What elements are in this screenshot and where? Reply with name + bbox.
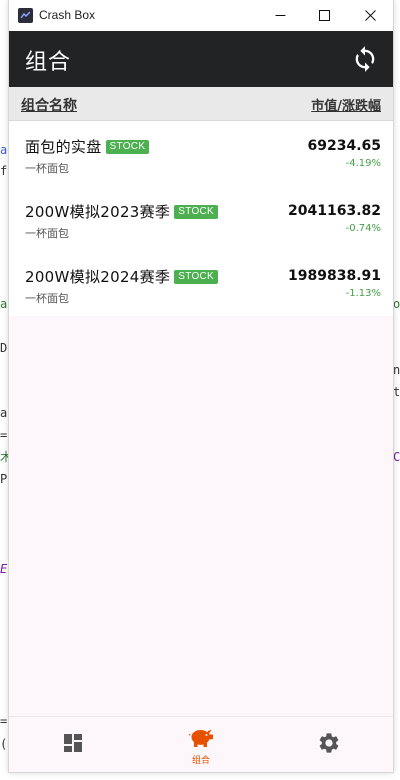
- portfolio-change: -4.19%: [345, 158, 381, 169]
- portfolio-change: -0.74%: [345, 223, 381, 234]
- background-text-fragment: D: [0, 341, 8, 355]
- piggy-bank-icon: [188, 729, 213, 747]
- dashboard-icon: [64, 734, 82, 752]
- refresh-button[interactable]: [351, 45, 379, 73]
- background-text-fragment: a: [0, 406, 8, 420]
- refresh-icon: [355, 46, 375, 72]
- portfolio-change: -1.13%: [345, 288, 381, 299]
- background-text-fragment: a: [0, 297, 8, 311]
- background-text-fragment: n: [393, 363, 400, 377]
- portfolio-name: 200W模拟2023赛季: [25, 203, 171, 221]
- window-titlebar[interactable]: Crash Box: [9, 0, 393, 31]
- portfolio-value: 2041163.82: [288, 203, 381, 219]
- portfolio-owner: 一杯面包: [25, 292, 69, 305]
- minimize-button[interactable]: [257, 0, 303, 31]
- portfolio-name-line: 200W模拟2024赛季 STOCK: [25, 266, 219, 287]
- stock-badge: STOCK: [174, 269, 219, 284]
- stock-badge: STOCK: [174, 204, 219, 219]
- app-bar: 组合: [9, 31, 393, 87]
- bottom-navigation: 组合: [9, 716, 393, 772]
- background-text-fragment: C: [393, 450, 400, 464]
- portfolio-name: 面包的实盘: [25, 138, 102, 156]
- maximize-button[interactable]: [301, 0, 347, 31]
- window-title: Crash Box: [39, 8, 96, 22]
- portfolio-owner: 一杯面包: [25, 162, 69, 175]
- nav-item-portfolio[interactable]: 组合: [137, 717, 265, 772]
- stock-badge: STOCK: [105, 139, 150, 154]
- background-text-fragment: =: [0, 428, 8, 442]
- empty-content-area: [9, 316, 393, 716]
- background-text-fragment: t: [393, 385, 400, 399]
- app-window: Crash Box 组合 组合名称 市值/涨跌幅 面包的实盘 STOCK 一杯面…: [8, 0, 394, 773]
- portfolio-owner: 一杯面包: [25, 227, 69, 240]
- portfolio-row[interactable]: 200W模拟2024赛季 STOCK 一杯面包 1989838.91 -1.13…: [9, 251, 393, 316]
- page-title: 组合: [25, 50, 72, 75]
- portfolio-name-line: 200W模拟2023赛季 STOCK: [25, 201, 219, 222]
- portfolio-row[interactable]: 200W模拟2023赛季 STOCK 一杯面包 2041163.82 -0.74…: [9, 186, 393, 251]
- background-text-fragment: P: [0, 472, 8, 486]
- background-text-fragment: a: [0, 143, 8, 157]
- portfolio-row[interactable]: 面包的实盘 STOCK 一杯面包 69234.65 -4.19%: [9, 121, 393, 186]
- portfolio-value: 1989838.91: [288, 268, 381, 284]
- sort-by-value-header[interactable]: 市值/涨跌幅: [311, 95, 381, 114]
- portfolio-name-line: 面包的实盘 STOCK: [25, 136, 150, 157]
- maximize-icon: [318, 10, 330, 21]
- portfolio-name: 200W模拟2024赛季: [25, 268, 171, 286]
- background-text-fragment: E: [0, 562, 8, 576]
- close-icon: [364, 10, 376, 21]
- background-text-fragment: f: [0, 164, 8, 178]
- background-text-fragment: o: [393, 297, 400, 311]
- portfolio-value: 69234.65: [307, 138, 381, 154]
- gear-icon: [319, 733, 339, 753]
- portfolio-list: 面包的实盘 STOCK 一杯面包 69234.65 -4.19% 200W模拟2…: [9, 121, 393, 316]
- app-logo-icon: [18, 8, 33, 23]
- background-text-fragment: (: [0, 737, 8, 751]
- minimize-icon: [275, 15, 285, 16]
- background-text-fragment: =: [0, 714, 8, 728]
- table-header: 组合名称 市值/涨跌幅: [9, 87, 393, 121]
- nav-item-dashboard[interactable]: [9, 717, 137, 772]
- nav-item-settings[interactable]: [265, 717, 393, 772]
- nav-label-portfolio: 组合: [191, 756, 210, 766]
- close-button[interactable]: [347, 0, 393, 31]
- sort-by-name-header[interactable]: 组合名称: [21, 95, 77, 115]
